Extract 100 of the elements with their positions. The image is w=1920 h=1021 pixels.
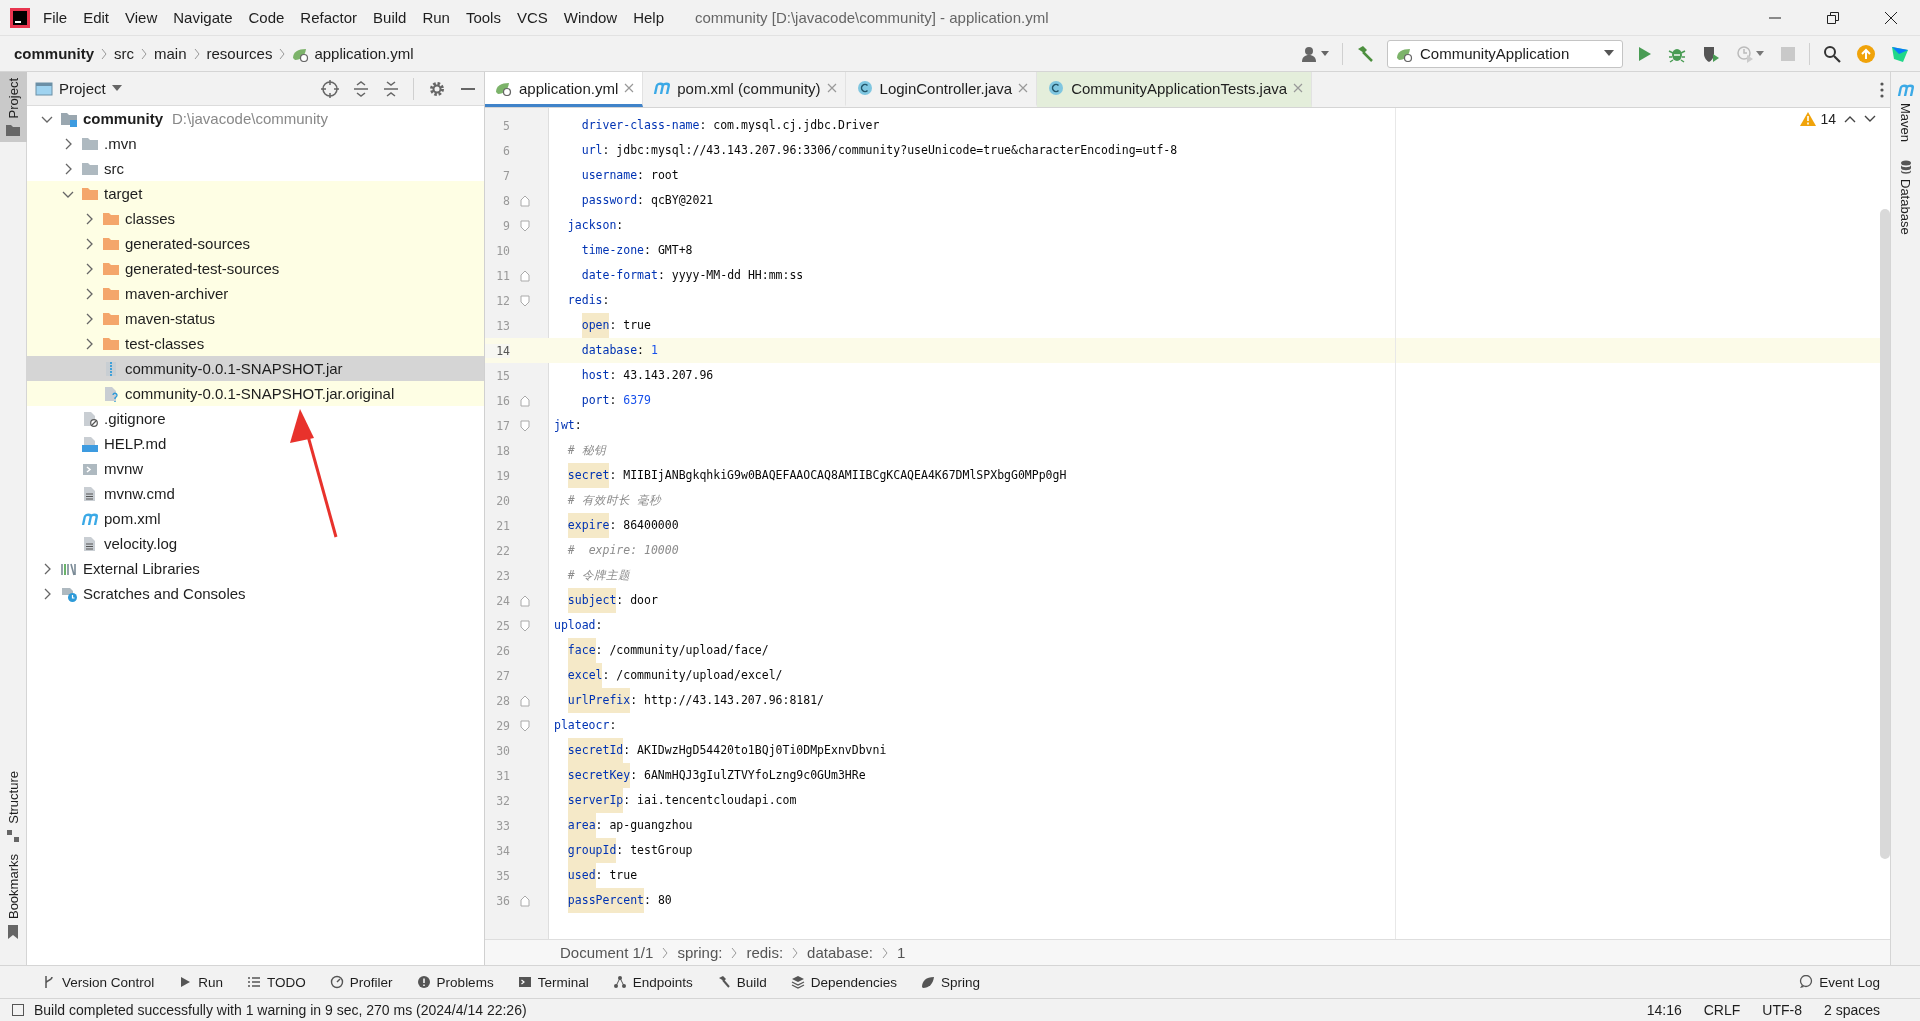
- menu-item[interactable]: View: [118, 5, 165, 30]
- folder-icon: [81, 185, 99, 202]
- fold-marker-icon[interactable]: [519, 619, 530, 632]
- menu-item[interactable]: Build: [366, 5, 414, 30]
- tree-item[interactable]: target: [27, 181, 484, 206]
- tree-item[interactable]: Scratches and Consoles: [27, 581, 484, 606]
- tree-item[interactable]: External Libraries: [27, 556, 484, 581]
- tool-window-tab[interactable]: Maven: [1896, 72, 1915, 151]
- tree-item[interactable]: community-0.0.1-SNAPSHOT.jar: [27, 356, 484, 381]
- editor-tab[interactable]: CommunityApplicationTests.java: [1037, 72, 1313, 107]
- layers-icon: [790, 975, 805, 989]
- line-number: 26: [495, 643, 510, 658]
- status-message: Build completed successfully with 1 warning in 9 sec, 270 ms (2024/4/14 22:26): [34, 1002, 527, 1018]
- tool-window-tab[interactable]: Project: [0, 72, 27, 143]
- tool-window-button[interactable]: Dependencies: [790, 974, 898, 990]
- chevron-icon: [791, 945, 800, 960]
- breadcrumb-item[interactable]: src: [114, 45, 134, 62]
- run-configuration-dropdown[interactable]: CommunityApplication: [1387, 39, 1623, 68]
- menu-item[interactable]: Window: [556, 5, 625, 30]
- menu-item[interactable]: Refactor: [293, 5, 365, 30]
- breadcrumb-item[interactable]: community: [14, 45, 94, 62]
- tool-window-tab[interactable]: Database: [1898, 150, 1913, 243]
- menu-item[interactable]: Edit: [76, 5, 117, 30]
- status-item[interactable]: 14:16: [1646, 1002, 1682, 1018]
- tool-window-button[interactable]: Endpoints: [612, 974, 693, 990]
- tool-window-button[interactable]: Terminal: [517, 974, 589, 990]
- menu-item[interactable]: Help: [626, 5, 672, 30]
- fold-marker-icon[interactable]: [519, 219, 530, 232]
- tool-window-button[interactable]: Profiler: [329, 974, 393, 990]
- line-number: 33: [495, 818, 510, 833]
- tree-item[interactable]: HELP.md: [27, 431, 484, 456]
- breadcrumb-item[interactable]: spring:: [677, 944, 723, 961]
- breadcrumb-item[interactable]: Document 1/1: [560, 944, 654, 961]
- tree-item[interactable]: .gitignore: [27, 406, 484, 431]
- fold-marker-icon[interactable]: [519, 894, 530, 907]
- tree-item[interactable]: community-0.0.1-SNAPSHOT.jar.original: [27, 381, 484, 406]
- status-item[interactable]: UTF-8: [1762, 1002, 1802, 1018]
- tree-item[interactable]: maven-status: [27, 306, 484, 331]
- breadcrumb-item[interactable]: resources: [206, 45, 273, 62]
- tree-item[interactable]: community D:\javacode\community: [27, 106, 484, 131]
- line-number: 29: [495, 718, 510, 733]
- tree-item[interactable]: .mvn: [27, 131, 484, 156]
- panel-toggle-icon[interactable]: [12, 1004, 24, 1016]
- tool-window-button[interactable]: Run: [178, 974, 224, 990]
- fold-marker-icon[interactable]: [519, 294, 530, 307]
- status-item[interactable]: 2 spaces: [1823, 1002, 1880, 1018]
- fold-marker-icon[interactable]: [519, 419, 530, 432]
- fold-marker-icon[interactable]: [519, 394, 530, 407]
- menu-item[interactable]: Code: [241, 5, 292, 30]
- breadcrumb-item[interactable]: redis:: [746, 944, 784, 961]
- fold-marker-icon[interactable]: [519, 194, 530, 207]
- tool-window-button[interactable]: Problems: [416, 974, 494, 990]
- tree-item[interactable]: maven-archiver: [27, 281, 484, 306]
- tool-window-button[interactable]: TODO: [247, 974, 306, 990]
- tool-window-button[interactable]: Event Log: [1799, 974, 1880, 990]
- menu-item[interactable]: VCS: [509, 5, 555, 30]
- down-chevron-icon[interactable]: [1864, 114, 1876, 124]
- breadcrumb-item[interactable]: main: [154, 45, 187, 62]
- menu-item[interactable]: Run: [415, 5, 457, 30]
- settings-icon[interactable]: [428, 79, 446, 98]
- tool-window-button[interactable]: Spring: [921, 974, 981, 990]
- more-icon[interactable]: [1880, 81, 1884, 98]
- tree-item[interactable]: generated-sources: [27, 231, 484, 256]
- warnings-indicator[interactable]: 14: [1800, 111, 1836, 127]
- breadcrumb-item[interactable]: database:: [807, 944, 873, 961]
- tool-window-tab[interactable]: Bookmarks: [0, 847, 27, 945]
- expand-all-icon[interactable]: [353, 79, 369, 98]
- close-icon[interactable]: [826, 83, 837, 93]
- close-icon[interactable]: [624, 83, 635, 93]
- tree-item[interactable]: mvnw: [27, 456, 484, 481]
- fold-marker-icon[interactable]: [519, 694, 530, 707]
- editor-tab[interactable]: pom.xml (community): [643, 72, 846, 107]
- fold-marker-icon[interactable]: [519, 269, 530, 282]
- tool-window-tab[interactable]: Structure: [0, 765, 27, 848]
- status-item[interactable]: CRLF: [1703, 1002, 1741, 1018]
- fold-marker-icon[interactable]: [519, 594, 530, 607]
- project-view-dropdown[interactable]: Project: [35, 80, 122, 97]
- menu-item[interactable]: File: [36, 5, 75, 30]
- tree-item[interactable]: mvnw.cmd: [27, 481, 484, 506]
- menu-item[interactable]: Navigate: [166, 5, 240, 30]
- up-chevron-icon[interactable]: [1844, 114, 1856, 124]
- fold-marker-icon[interactable]: [519, 719, 530, 732]
- tree-item[interactable]: pom.xml: [27, 506, 484, 531]
- tree-item[interactable]: src: [27, 156, 484, 181]
- tool-window-button[interactable]: Build: [716, 974, 767, 990]
- scrollbar[interactable]: [1880, 209, 1890, 859]
- crosshair-icon[interactable]: [321, 79, 339, 98]
- tree-item[interactable]: classes: [27, 206, 484, 231]
- tree-item[interactable]: generated-test-sources: [27, 256, 484, 281]
- editor-tab[interactable]: application.yml: [485, 72, 644, 107]
- collapse-all-icon[interactable]: [383, 79, 399, 98]
- breadcrumb-item[interactable]: application.yml: [292, 45, 414, 62]
- tree-item[interactable]: velocity.log: [27, 531, 484, 556]
- line-number: 34: [495, 843, 510, 858]
- menu-item[interactable]: Tools: [458, 5, 508, 30]
- chevron-icon: [140, 46, 148, 61]
- tool-window-button[interactable]: Version Control: [42, 974, 155, 990]
- breadcrumb-item[interactable]: 1: [897, 944, 906, 961]
- close-icon[interactable]: [1018, 83, 1029, 93]
- tree-item[interactable]: test-classes: [27, 331, 484, 356]
